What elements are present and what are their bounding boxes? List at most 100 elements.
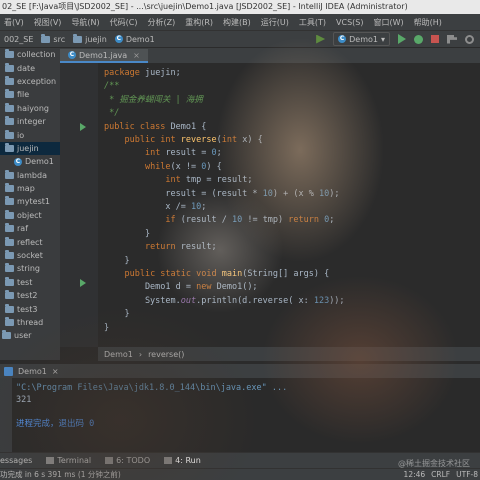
folder-icon bbox=[5, 250, 14, 260]
breadcrumb-method[interactable]: reverse() bbox=[148, 350, 184, 359]
debug-button[interactable] bbox=[414, 34, 423, 44]
code-token: result; bbox=[180, 242, 217, 253]
code-token: ; bbox=[201, 202, 207, 212]
tool-window-tab[interactable]: 4: Run bbox=[164, 456, 201, 465]
tree-item-socket[interactable]: socket bbox=[0, 249, 60, 262]
run-console[interactable]: "C:\Program Files\Java\jdk1.8.0_144\bin\… bbox=[0, 378, 480, 452]
code-line: return result; bbox=[104, 241, 217, 254]
tree-item-lambda[interactable]: lambda bbox=[0, 169, 60, 182]
tool-window-tab[interactable]: essages bbox=[0, 456, 32, 465]
breadcrumb-class[interactable]: Demo1 bbox=[104, 350, 133, 359]
tree-item-test3[interactable]: test3 bbox=[0, 302, 60, 315]
chevron-down-icon: ▾ bbox=[380, 34, 385, 44]
tree-item-test[interactable]: test bbox=[0, 276, 60, 289]
run-configuration-select[interactable]: C Demo1 ▾ bbox=[333, 32, 390, 46]
run-button[interactable] bbox=[398, 34, 406, 44]
tree-item-thread[interactable]: thread bbox=[0, 316, 60, 329]
code-token: .println(d.reverse( x: bbox=[196, 295, 314, 306]
hammer-icon[interactable] bbox=[447, 34, 457, 44]
tree-item-label: test3 bbox=[17, 304, 38, 314]
tree-item-demo1[interactable]: C Demo1 bbox=[0, 155, 60, 168]
folder-icon bbox=[5, 303, 14, 313]
code-token: (String[] args) { bbox=[242, 269, 330, 279]
tree-item-mytest1[interactable]: mytest1 bbox=[0, 195, 60, 208]
folder-icon bbox=[5, 263, 14, 273]
stop-button[interactable] bbox=[431, 35, 439, 43]
code-token: 10 bbox=[318, 188, 330, 199]
class-icon: C bbox=[114, 35, 123, 43]
tree-item-test2[interactable]: test2 bbox=[0, 289, 60, 302]
menu-item[interactable]: 帮助(H) bbox=[414, 17, 442, 28]
code-token: public static void bbox=[124, 269, 222, 279]
code-line: while(x != 0) { bbox=[104, 161, 222, 174]
tool-window-tab[interactable]: 6: TODO bbox=[105, 456, 150, 465]
tree-item-io[interactable]: io bbox=[0, 128, 60, 141]
menu-item[interactable]: 看(V) bbox=[4, 17, 24, 28]
tree-item-exception[interactable]: exception bbox=[0, 75, 60, 88]
tree-item-file[interactable]: file bbox=[0, 88, 60, 101]
tool-window-label: essages bbox=[0, 456, 33, 465]
close-icon[interactable]: × bbox=[133, 51, 140, 60]
line-separator[interactable]: CRLF bbox=[431, 470, 450, 479]
tool-window-label: 4: Run bbox=[175, 456, 201, 465]
tree-item-map[interactable]: map bbox=[0, 182, 60, 195]
run-tab-title[interactable]: Demo1 bbox=[18, 367, 47, 376]
code-line: /** bbox=[104, 80, 119, 93]
menu-item[interactable]: 视图(V) bbox=[34, 17, 62, 28]
file-encoding[interactable]: UTF-8 bbox=[456, 470, 478, 479]
code-token: result = (result * bbox=[104, 188, 263, 199]
menu-item[interactable]: 构建(B) bbox=[223, 17, 251, 28]
tab-demo1-java[interactable]: C Demo1.java × bbox=[60, 49, 148, 63]
nav-crumb-package[interactable]: juejin bbox=[69, 33, 111, 44]
tool-window-tab[interactable]: Terminal bbox=[46, 456, 91, 465]
settings-gear-icon[interactable] bbox=[465, 34, 474, 44]
menu-item[interactable]: 运行(U) bbox=[261, 17, 289, 28]
tree-item-user[interactable]: user bbox=[0, 329, 60, 342]
nav-crumb-class[interactable]: C Demo1 bbox=[111, 35, 159, 44]
nav-crumb-project[interactable]: 002_SE bbox=[0, 35, 37, 44]
code-token: juejin; bbox=[144, 68, 181, 78]
console-line: 进程完成，退出码 0 bbox=[16, 419, 95, 429]
tree-item-raf[interactable]: raf bbox=[0, 222, 60, 235]
code-editor[interactable]: package juejin;/** * 掘金养蝴闯关 | 海拥 */publi… bbox=[98, 63, 480, 347]
menu-item[interactable]: 导航(N) bbox=[71, 17, 99, 28]
code-line: Demo1 d = new Demo1(); bbox=[104, 281, 258, 294]
build-icon[interactable] bbox=[316, 34, 326, 44]
tree-item-label: test bbox=[17, 277, 33, 287]
tree-item-juejin[interactable]: juejin bbox=[0, 141, 60, 156]
run-main-gutter-icon[interactable] bbox=[80, 279, 86, 287]
tree-item-label: collection bbox=[17, 50, 56, 60]
tree-item-label: map bbox=[17, 184, 35, 194]
code-token: } bbox=[104, 255, 130, 266]
tree-item-string[interactable]: string bbox=[0, 262, 60, 275]
tree-item-label: lambda bbox=[17, 170, 47, 180]
tree-item-haiyong[interactable]: haiyong bbox=[0, 102, 60, 115]
menu-item[interactable]: 窗口(W) bbox=[374, 17, 404, 28]
menu-item[interactable]: 工具(T) bbox=[299, 17, 326, 28]
code-token: x /= bbox=[104, 202, 191, 212]
folder-icon bbox=[5, 62, 14, 72]
tree-item-label: thread bbox=[17, 318, 44, 327]
cursor-position[interactable]: 12:46 bbox=[404, 470, 426, 479]
status-message: 功完成 in 6 s 391 ms (1 分钟之前) bbox=[0, 470, 121, 479]
close-icon[interactable]: × bbox=[52, 367, 59, 376]
menu-item[interactable]: 重构(R) bbox=[185, 17, 213, 28]
tree-item-label: user bbox=[14, 331, 32, 341]
code-token: )); bbox=[329, 295, 345, 306]
tree-item-label: io bbox=[17, 130, 25, 140]
tree-item-integer[interactable]: integer bbox=[0, 115, 60, 128]
menu-item[interactable]: 分析(Z) bbox=[148, 17, 176, 28]
tree-item-reflect[interactable]: reflect bbox=[0, 235, 60, 248]
nav-crumb-src[interactable]: src bbox=[37, 33, 69, 44]
folder-icon bbox=[5, 196, 14, 206]
run-class-gutter-icon[interactable] bbox=[80, 123, 86, 131]
tree-item-date[interactable]: date bbox=[0, 61, 60, 74]
menu-item[interactable]: VCS(S) bbox=[336, 18, 363, 27]
window-title: 02_SE [F:\Java项目\JSD2002_SE] - ...\src\j… bbox=[2, 2, 408, 11]
tree-item-collection[interactable]: collection bbox=[0, 48, 60, 61]
code-token: (result / bbox=[180, 215, 232, 226]
tree-item-object[interactable]: object bbox=[0, 209, 60, 222]
menu-item[interactable]: 代码(C) bbox=[110, 17, 138, 28]
console-line: 321 bbox=[16, 395, 32, 405]
